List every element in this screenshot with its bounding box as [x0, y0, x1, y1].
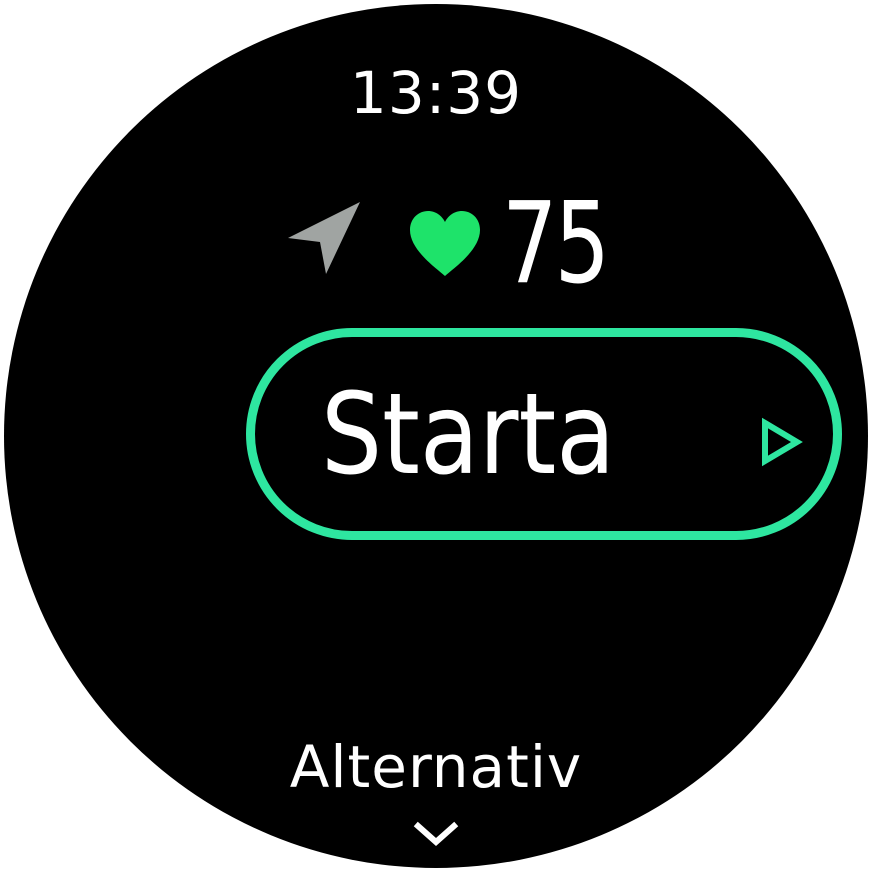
status-row: 75	[4, 4, 868, 304]
chevron-down-icon[interactable]	[412, 818, 460, 848]
options-label[interactable]: Alternativ	[4, 738, 868, 796]
start-button[interactable]: Starta	[246, 328, 842, 540]
play-triangle-icon	[762, 417, 803, 467]
heart-icon	[410, 211, 480, 276]
navigation-arrow-icon	[288, 202, 360, 274]
start-button-label: Starta	[321, 370, 616, 500]
heart-rate-value: 75	[502, 179, 610, 309]
watch-face: 13:39 75 Starta Alternativ	[4, 4, 868, 868]
